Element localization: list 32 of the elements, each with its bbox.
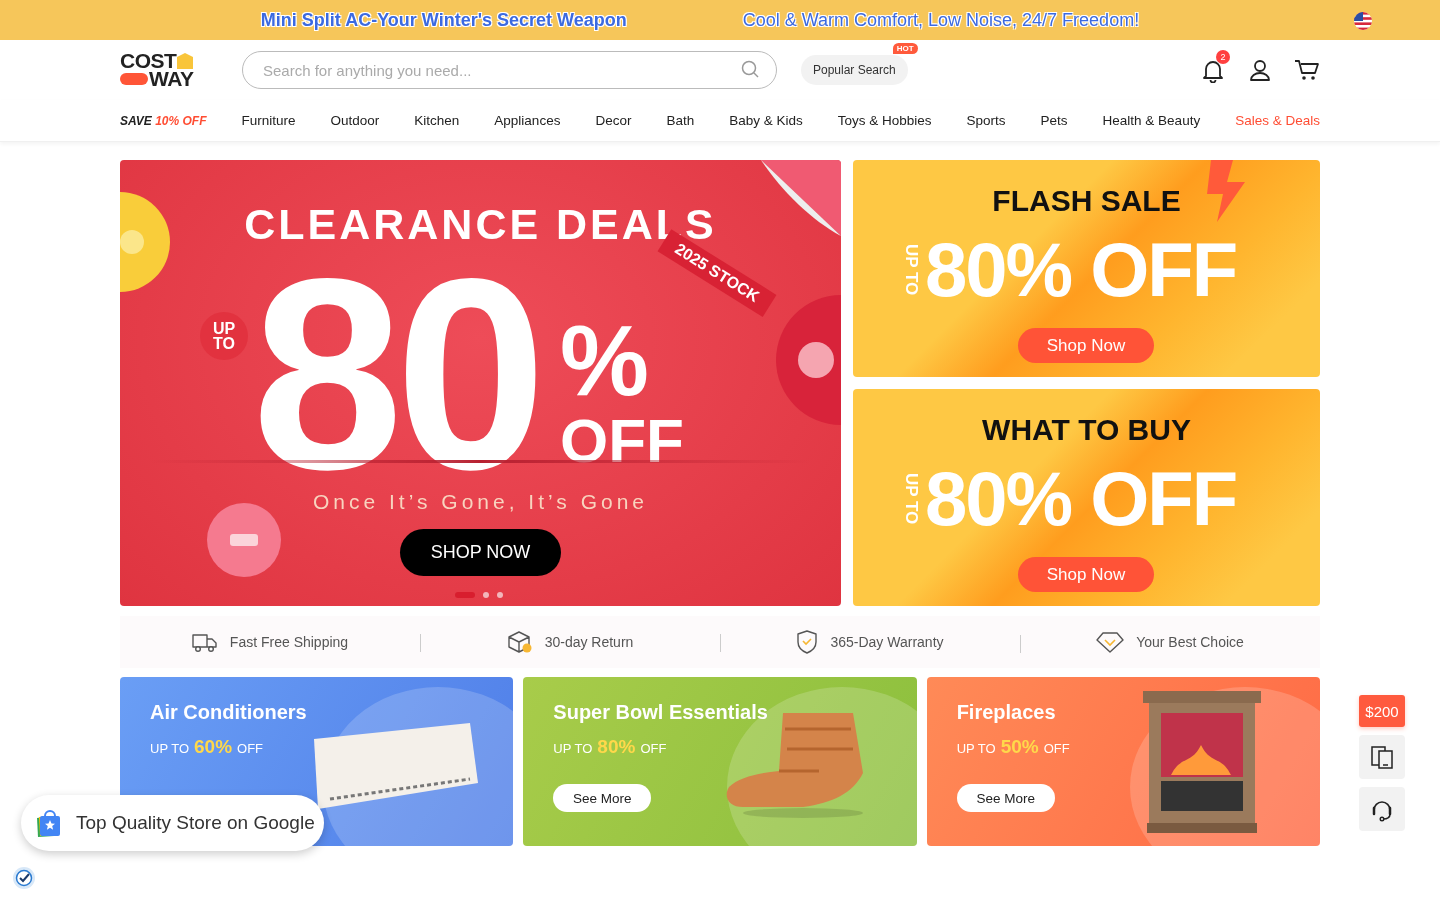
off-text: OFF (237, 741, 264, 756)
logo-text: WAY (149, 70, 194, 88)
hot-badge: HOT (892, 43, 918, 54)
up-to-text: UP TO (553, 741, 593, 756)
off-text: OFF (1043, 741, 1070, 756)
discount-number: 80 (252, 266, 539, 484)
hero-tagline: Once It’s Gone, It’s Gone (312, 490, 649, 514)
banner-title: WHAT TO BUY (982, 413, 1191, 447)
discount-text: 80% OFF (925, 232, 1237, 308)
feature-label: Your Best Choice (1136, 634, 1244, 650)
category-title: Fireplaces (956, 701, 1057, 724)
category-title: Air Conditioners (150, 701, 308, 724)
logo-text: COST (120, 52, 177, 70)
off-text: OFF (560, 410, 684, 472)
up-to-text: TO (213, 336, 235, 351)
notification-count: 2 (1216, 50, 1230, 64)
discount-text: 60% (194, 736, 233, 758)
up-to-text: UP TO (901, 244, 921, 296)
discount-text: 80% OFF (925, 461, 1237, 537)
discount-text: 50% (1000, 736, 1039, 758)
banner-title: FLASH SALE (992, 184, 1181, 218)
feature-label: Fast Free Shipping (229, 634, 349, 650)
up-to-text: UP TO (901, 473, 921, 525)
feature-label: 30-day Return (544, 634, 634, 650)
up-to-text: UP (212, 321, 236, 336)
off-text: OFF (640, 741, 667, 756)
up-to-text: UP TO (150, 741, 190, 756)
discount-text: 80% (597, 736, 636, 758)
category-title: Super Bowl Essentials (553, 701, 769, 724)
up-to-text: UP TO (956, 741, 996, 756)
percent-sign: % (560, 310, 649, 410)
feature-label: 365-Day Warranty (830, 634, 944, 650)
